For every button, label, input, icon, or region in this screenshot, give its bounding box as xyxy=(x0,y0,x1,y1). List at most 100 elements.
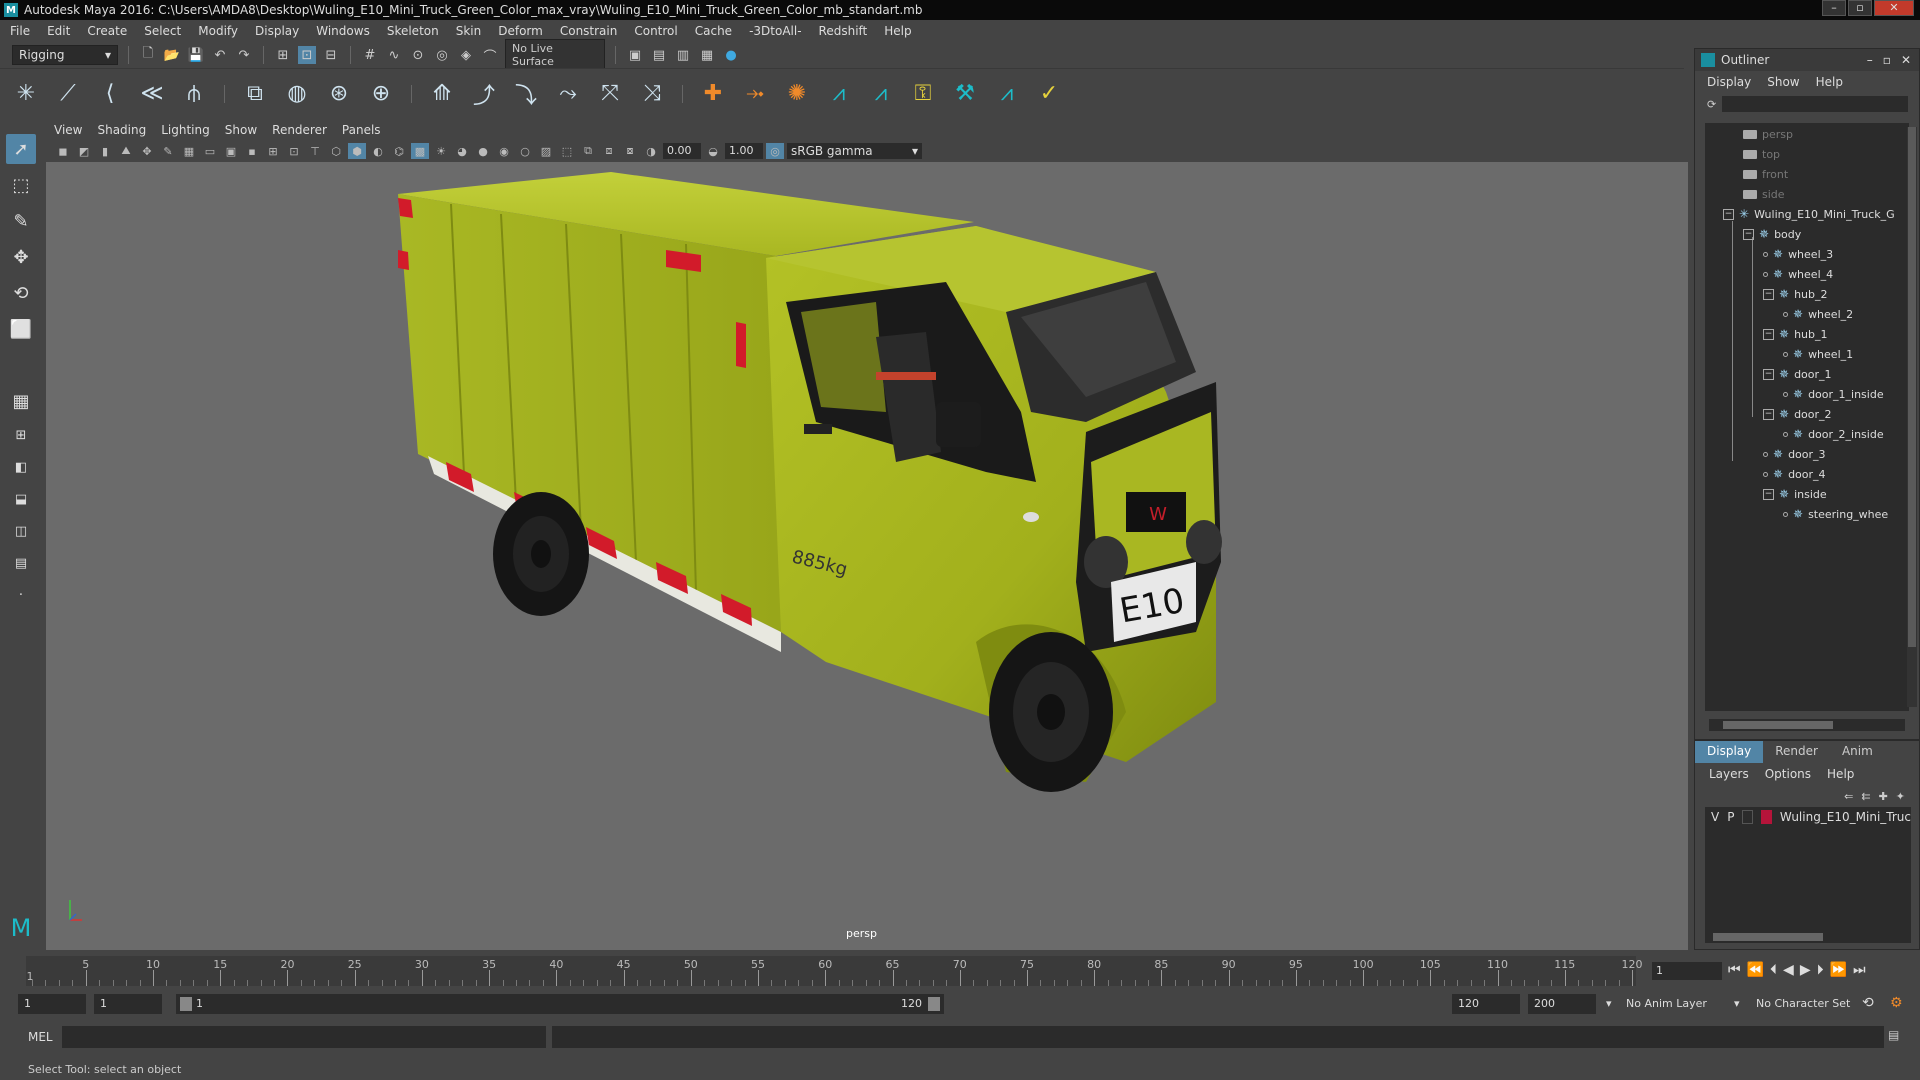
animation-start-field[interactable]: 1 xyxy=(18,994,86,1014)
collapse-icon[interactable]: − xyxy=(1763,368,1774,380)
new-scene-icon[interactable]: 🗋 xyxy=(139,46,157,64)
paint-weights-icon[interactable]: ⤳ xyxy=(552,78,584,110)
xray-joints-icon[interactable]: ⧈ xyxy=(600,143,618,159)
outliner-menu-help[interactable]: Help xyxy=(1816,75,1843,89)
menu-redshift[interactable]: Redshift xyxy=(819,24,868,38)
vp-menu-view[interactable]: View xyxy=(54,123,82,137)
connection-editor-icon[interactable]: ⚒ xyxy=(949,78,981,110)
select-component-icon[interactable]: ⊟ xyxy=(322,46,340,64)
tree-item-side[interactable]: side xyxy=(1743,185,1785,203)
paint-select-icon[interactable]: ✎ xyxy=(6,206,36,236)
layer-playback-toggle[interactable]: P xyxy=(1727,810,1734,824)
vp-menu-shading[interactable]: Shading xyxy=(97,123,146,137)
vp-menu-renderer[interactable]: Renderer xyxy=(272,123,327,137)
filter-icon[interactable]: ⟳ xyxy=(1707,98,1716,111)
smooth-bind-icon[interactable]: ⤴ xyxy=(468,78,500,110)
menu-constrain[interactable]: Constrain xyxy=(560,24,618,38)
layer-visibility-toggle[interactable]: V xyxy=(1711,810,1719,824)
color-space-dropdown[interactable]: sRGB gamma ▾ xyxy=(787,143,922,159)
textured-icon[interactable]: ▩ xyxy=(411,143,429,159)
layer-display-type[interactable] xyxy=(1742,810,1754,824)
vp-menu-show[interactable]: Show xyxy=(225,123,257,137)
multisample-icon[interactable]: ○ xyxy=(516,143,534,159)
step-forward-key-icon[interactable]: ⏩ xyxy=(1830,962,1847,978)
exposure-icon[interactable]: ◑ xyxy=(642,143,660,159)
wireframe-icon[interactable]: ⬡ xyxy=(327,143,345,159)
menu-skeleton[interactable]: Skeleton xyxy=(387,24,439,38)
joint-tool-icon[interactable]: ✳ xyxy=(10,78,42,110)
step-forward-frame-icon[interactable]: ⏵ xyxy=(1817,962,1824,978)
layer-menu-options[interactable]: Options xyxy=(1765,767,1811,781)
vp-menu-lighting[interactable]: Lighting xyxy=(161,123,210,137)
tree-item-wheel-1[interactable]: ✵ wheel_1 xyxy=(1783,345,1853,363)
command-input[interactable] xyxy=(62,1026,546,1048)
maya-script-icon[interactable]: ⩘ xyxy=(823,78,855,110)
gamma-field[interactable]: 1.00 xyxy=(725,143,763,159)
layer-menu-layers[interactable]: Layers xyxy=(1709,767,1749,781)
camera-lock-icon[interactable]: ◩ xyxy=(75,143,93,159)
snap-surface-icon[interactable]: ◈ xyxy=(457,46,475,64)
menu-windows[interactable]: Windows xyxy=(316,24,370,38)
grease-pencil-icon[interactable]: ✎ xyxy=(159,143,177,159)
tree-item-top[interactable]: top xyxy=(1743,145,1780,163)
scroll-thumb[interactable] xyxy=(1723,721,1833,729)
collapse-icon[interactable]: − xyxy=(1763,288,1774,300)
live-surface-field[interactable]: No Live Surface xyxy=(505,39,605,71)
anim-layer-dropdown[interactable]: No Anim Layer xyxy=(1626,997,1707,1010)
persp-graph-layout-icon[interactable]: ⬓ xyxy=(6,486,36,512)
resolution-gate-icon[interactable]: ▣ xyxy=(222,143,240,159)
maya-script-3-icon[interactable]: ⩘ xyxy=(991,78,1023,110)
scale-tool-icon[interactable]: ⬜ xyxy=(6,314,36,344)
insert-joint-icon[interactable]: ≪ xyxy=(136,78,168,110)
menu-3dtoall[interactable]: -3DtoAll- xyxy=(749,24,801,38)
tree-item-inside[interactable]: − ✵ inside xyxy=(1763,485,1827,503)
menu-skin[interactable]: Skin xyxy=(456,24,482,38)
outliner-minimize-button[interactable]: – xyxy=(1867,53,1873,67)
perspective-viewport[interactable]: W E10 885kg persp xyxy=(46,162,1688,950)
time-slider[interactable]: 1 5 10 15 20 25 30 35 40 45 50 55 60 65 70 75 80 85 90 95 1… xyxy=(0,950,1920,990)
go-to-bind-pose-icon[interactable]: ⤨ xyxy=(636,78,668,110)
tree-item-root[interactable]: − ✳ Wuling_E10_Mini_Truck_G xyxy=(1723,205,1895,223)
persp-uv-layout-icon[interactable]: ▤ xyxy=(6,550,36,576)
chevron-down-icon[interactable]: ▾ xyxy=(1734,997,1740,1010)
tree-item-door-1-inside[interactable]: ✵ door_1_inside xyxy=(1783,385,1884,403)
camera-select-icon[interactable]: ◼ xyxy=(54,143,72,159)
character-set-dropdown[interactable]: No Character Set xyxy=(1756,997,1850,1010)
snap-view-icon[interactable]: ◎ xyxy=(433,46,451,64)
custom-layout-icon[interactable]: · xyxy=(6,582,36,608)
chevron-down-icon[interactable]: ▾ xyxy=(1606,997,1612,1010)
render-frame-icon[interactable]: ▤ xyxy=(650,46,668,64)
tree-item-door-1[interactable]: − ✵ door_1 xyxy=(1763,365,1832,383)
range-end-handle[interactable] xyxy=(928,997,940,1011)
ambient-occlusion-icon[interactable]: ● xyxy=(474,143,492,159)
playback-end-field[interactable]: 120 xyxy=(1452,994,1520,1014)
minimize-button[interactable]: – xyxy=(1822,0,1846,16)
select-hierarchy-icon[interactable]: ⊞ xyxy=(274,46,292,64)
tree-item-wheel-2[interactable]: ✵ wheel_2 xyxy=(1783,305,1853,323)
isolate-select-icon[interactable]: ⬚ xyxy=(558,143,576,159)
four-view-layout-icon[interactable]: ⊞ xyxy=(6,422,36,448)
mirror-joint-icon[interactable]: ⫛ xyxy=(178,78,210,110)
aim-constraint-icon[interactable]: ⤞ xyxy=(739,78,771,110)
lattice-icon[interactable]: ◍ xyxy=(281,78,313,110)
tree-item-steering-wheel[interactable]: ✵ steering_whee xyxy=(1783,505,1888,523)
persp-outliner-layout-icon[interactable]: ◧ xyxy=(6,454,36,480)
close-button[interactable]: ✕ xyxy=(1874,0,1914,16)
snap-grid-icon[interactable]: # xyxy=(361,46,379,64)
bind-skin-icon[interactable]: ⟰ xyxy=(426,78,458,110)
render-view-icon[interactable]: ▣ xyxy=(626,46,644,64)
select-tool-icon[interactable]: ➚ xyxy=(6,134,36,164)
snap-curve-icon[interactable]: ∿ xyxy=(385,46,403,64)
time-ruler[interactable]: 1 5 10 15 20 25 30 35 40 45 50 55 60 65 70 75 80 85 90 95 1… xyxy=(26,956,1643,986)
step-back-key-icon[interactable]: ⏪ xyxy=(1747,962,1764,978)
scroll-thumb[interactable] xyxy=(1713,933,1823,941)
tree-item-door-2-inside[interactable]: ✵ door_2_inside xyxy=(1783,425,1884,443)
field-chart-icon[interactable]: ⊞ xyxy=(264,143,282,159)
move-layer-down-icon[interactable]: ⇇ xyxy=(1861,790,1870,803)
tree-item-front[interactable]: front xyxy=(1743,165,1788,183)
shadows-icon[interactable]: ◕ xyxy=(453,143,471,159)
single-perspective-layout-icon[interactable]: ▦ xyxy=(6,386,36,416)
tree-item-wheel-3[interactable]: ✵ wheel_3 xyxy=(1763,245,1833,263)
tree-item-hub-1[interactable]: − ✵ hub_1 xyxy=(1763,325,1828,343)
depth-of-field-icon[interactable]: ▨ xyxy=(537,143,555,159)
